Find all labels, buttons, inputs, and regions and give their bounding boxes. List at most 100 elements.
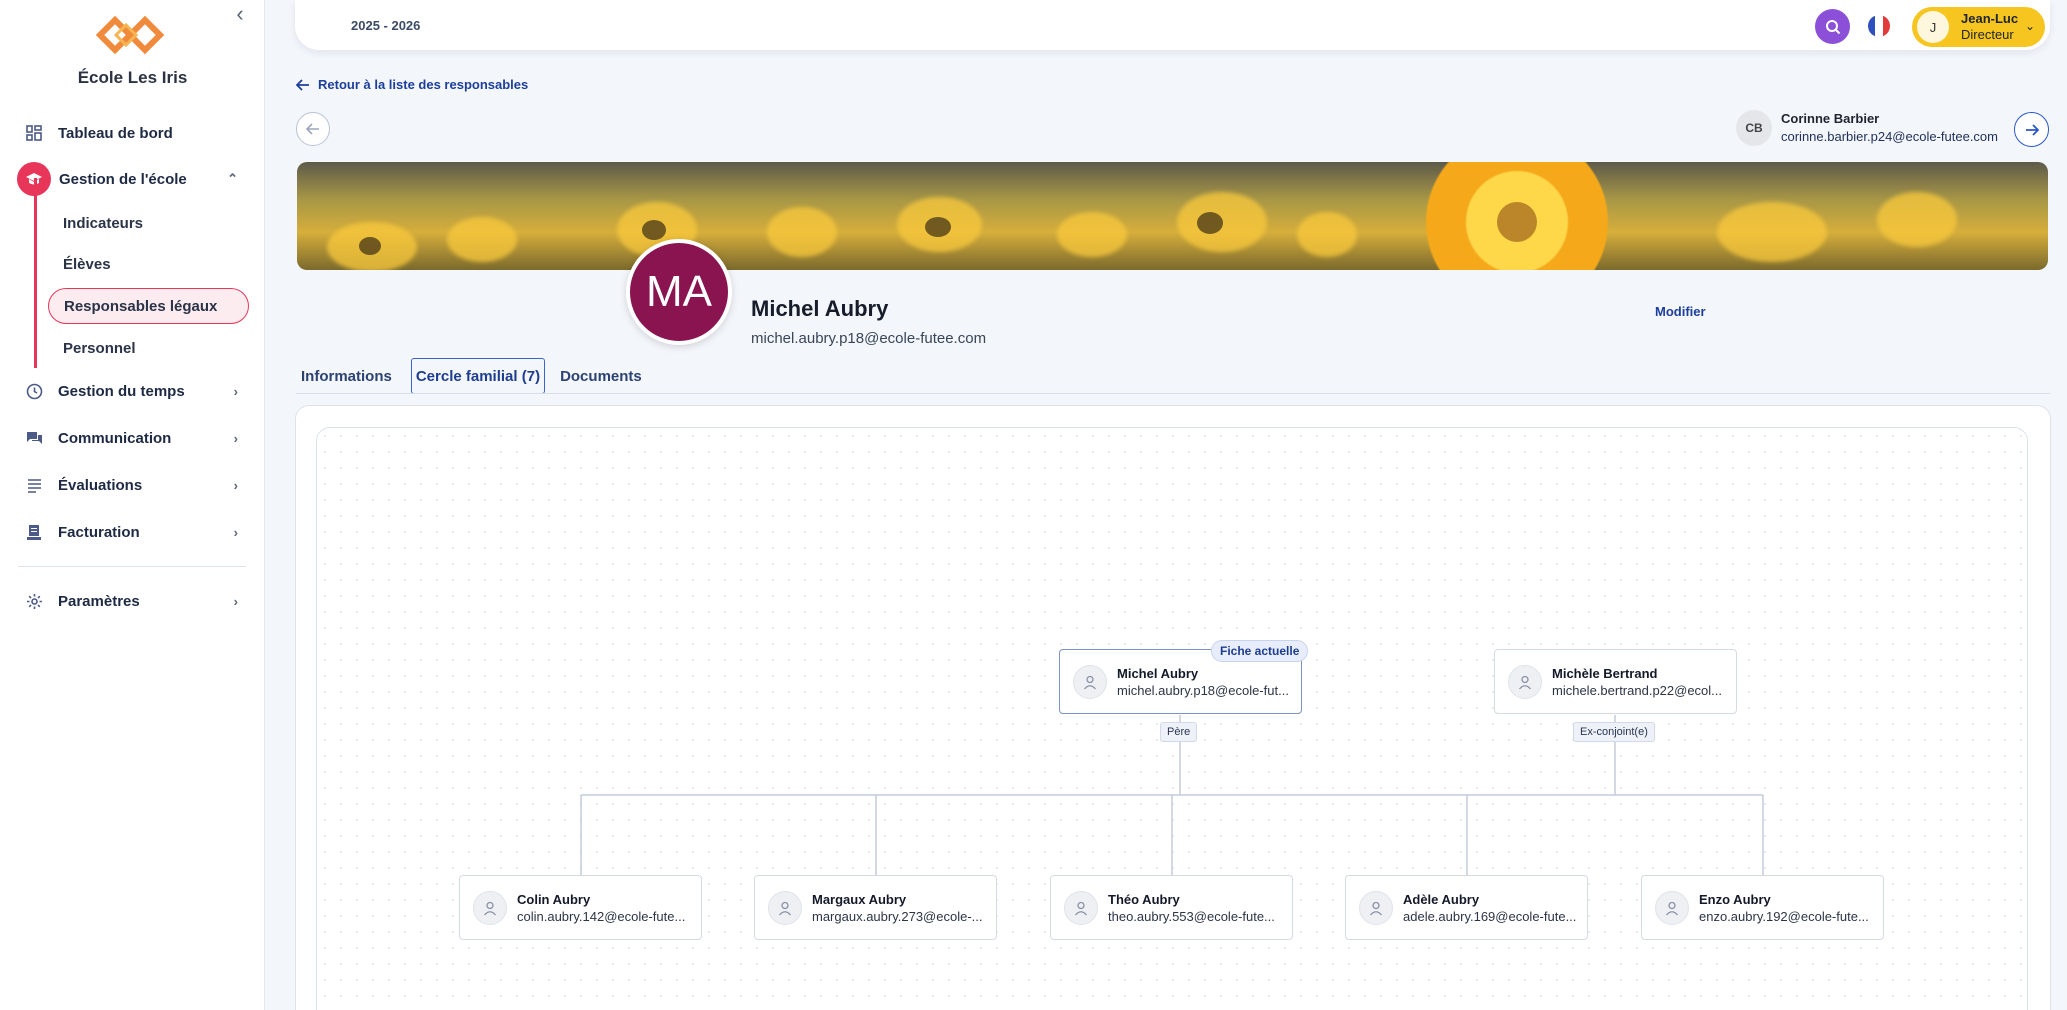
sidebar-item-evaluations[interactable]: Évaluations › [18, 465, 248, 505]
school-year[interactable]: 2025 - 2026 [351, 18, 420, 33]
sidebar-subitem-responsables-legaux[interactable]: Responsables légaux [48, 288, 249, 324]
chat-icon [18, 422, 50, 454]
profile-tabs: Informations Cercle familial (7) Documen… [296, 358, 647, 394]
avatar: CB [1736, 110, 1772, 146]
language-flag-icon[interactable] [1868, 15, 1890, 37]
node-name: Enzo Aubry [1699, 891, 1771, 907]
tabs-divider [296, 393, 2050, 394]
family-node-parent[interactable]: Michèle Bertrand michele.bertrand.p22@ec… [1494, 649, 1737, 714]
search-icon [1825, 19, 1840, 34]
current-record-badge: Fiche actuelle [1211, 640, 1309, 662]
node-email: margaux.aubry.273@ecole-... [812, 908, 983, 924]
family-node-child[interactable]: Adèle Aubry adele.aubry.169@ecole-fute..… [1345, 875, 1588, 940]
tab-cercle-familial[interactable]: Cercle familial (7) [410, 358, 546, 394]
chevron-right-icon: › [233, 430, 238, 446]
user-icon [1073, 664, 1107, 699]
submenu-line [34, 178, 37, 368]
next-record-name: Corinne Barbier [1781, 111, 1880, 126]
edit-button[interactable]: Modifier [1655, 304, 1706, 319]
arrow-right-icon [2025, 123, 2039, 136]
node-email: theo.aubry.553@ecole-fute... [1108, 908, 1275, 924]
sidebar-item-tableau-de-bord[interactable]: Tableau de bord [18, 113, 248, 153]
avatar: J [1917, 11, 1949, 43]
invoice-icon [18, 516, 50, 548]
sidebar-item-gestion-du-temps[interactable]: Gestion du temps › [18, 371, 248, 411]
node-email: michele.bertrand.p22@ecol... [1552, 682, 1723, 698]
chevron-right-icon: › [233, 524, 238, 540]
gear-icon [18, 585, 50, 617]
dashboard-icon [18, 117, 50, 149]
sidebar-subitem-label: Indicateurs [63, 214, 144, 232]
family-node-child[interactable]: Colin Aubry colin.aubry.142@ecole-fute..… [459, 875, 702, 940]
clock-icon [18, 375, 50, 407]
tab-informations[interactable]: Informations [296, 358, 397, 394]
sidebar-subitem-indicateurs[interactable]: Indicateurs [48, 205, 158, 241]
node-name: Théo Aubry [1108, 891, 1180, 907]
topbar: 2025 - 2026 J Jean-Luc Directeur ⌄ [295, 0, 2050, 50]
search-button[interactable] [1815, 9, 1850, 44]
user-icon [1508, 664, 1542, 699]
sidebar-subitem-eleves[interactable]: Élèves [48, 246, 126, 282]
node-name: Michèle Bertrand [1552, 665, 1658, 681]
sidebar-item-facturation[interactable]: Facturation › [18, 512, 248, 552]
chevron-right-icon: › [233, 593, 238, 609]
profile-name: Michel Aubry [751, 296, 889, 321]
relation-label: Ex-conjoint(e) [1573, 722, 1655, 742]
school-name: École Les Iris [77, 68, 188, 87]
sidebar-subitem-label: Élèves [63, 255, 111, 273]
sidebar-item-label: Facturation [58, 523, 140, 541]
sidebar-item-label: Gestion du temps [58, 382, 185, 400]
user-menu[interactable]: J Jean-Luc Directeur ⌄ [1912, 7, 2045, 47]
sidebar-subitem-label: Responsables légaux [64, 297, 218, 315]
node-name: Adèle Aubry [1403, 891, 1480, 907]
sidebar-subitem-label: Personnel [63, 339, 136, 357]
arrow-left-icon [306, 123, 319, 135]
sidebar-item-label: Évaluations [58, 476, 143, 494]
list-icon [18, 469, 50, 501]
sidebar-item-label: Paramètres [58, 592, 140, 610]
sidebar-item-gestion-ecole[interactable]: Gestion de l'école ⌃ [17, 159, 248, 199]
chevron-right-icon: › [233, 477, 238, 493]
user-icon [1655, 890, 1689, 925]
node-name: Margaux Aubry [812, 891, 907, 907]
node-name: Colin Aubry [517, 891, 591, 907]
sidebar-item-label: Communication [58, 429, 172, 447]
user-icon [768, 890, 802, 925]
user-name: Jean-Luc [1961, 11, 2019, 26]
arrow-left-icon [296, 78, 309, 91]
sidebar-item-communication[interactable]: Communication › [18, 418, 248, 458]
school-logo [95, 15, 165, 55]
family-node-child[interactable]: Théo Aubry theo.aubry.553@ecole-fute... [1050, 875, 1293, 940]
previous-record-button[interactable] [296, 112, 330, 146]
sidebar-subitem-personnel[interactable]: Personnel [48, 330, 151, 366]
chevron-up-icon: ⌃ [227, 171, 238, 186]
chevron-right-icon: › [233, 383, 238, 399]
node-email: michel.aubry.p18@ecole-fut... [1117, 682, 1289, 698]
next-record-email: corinne.barbier.p24@ecole-futee.com [1781, 129, 1998, 144]
back-to-list-link[interactable]: Retour à la liste des responsables [296, 77, 528, 92]
sidebar-item-parametres[interactable]: Paramètres › [18, 581, 248, 621]
sidebar-item-label: Tableau de bord [58, 124, 173, 142]
user-icon [473, 890, 507, 925]
next-record-preview[interactable]: CB Corinne Barbier corinne.barbier.p24@e… [1736, 110, 1998, 146]
family-node-child[interactable]: Margaux Aubry margaux.aubry.273@ecole-..… [754, 875, 997, 940]
next-record-button[interactable] [2014, 112, 2049, 147]
profile-avatar: MA [626, 239, 732, 345]
tab-documents[interactable]: Documents [555, 358, 647, 394]
sidebar: ‹ École Les Iris Tableau de bord Gestion… [0, 0, 265, 1010]
profile-email: michel.aubry.p18@ecole-futee.com [751, 330, 987, 347]
user-icon [1064, 890, 1098, 925]
node-email: colin.aubry.142@ecole-fute... [517, 908, 686, 924]
node-email: adele.aubry.169@ecole-fute... [1403, 908, 1577, 924]
collapse-sidebar-button[interactable]: ‹ [230, 3, 250, 25]
sidebar-divider [18, 566, 246, 567]
node-email: enzo.aubry.192@ecole-fute... [1699, 908, 1869, 924]
back-link-label: Retour à la liste des responsables [318, 77, 529, 92]
sidebar-item-label: Gestion de l'école [59, 170, 187, 188]
relation-label: Père [1160, 722, 1198, 742]
profile-banner-image [297, 162, 2048, 270]
family-node-child[interactable]: Enzo Aubry enzo.aubry.192@ecole-fute... [1641, 875, 1884, 940]
chevron-down-icon: ⌄ [2024, 19, 2035, 33]
user-role: Directeur [1961, 27, 2014, 42]
user-icon [1359, 890, 1393, 925]
